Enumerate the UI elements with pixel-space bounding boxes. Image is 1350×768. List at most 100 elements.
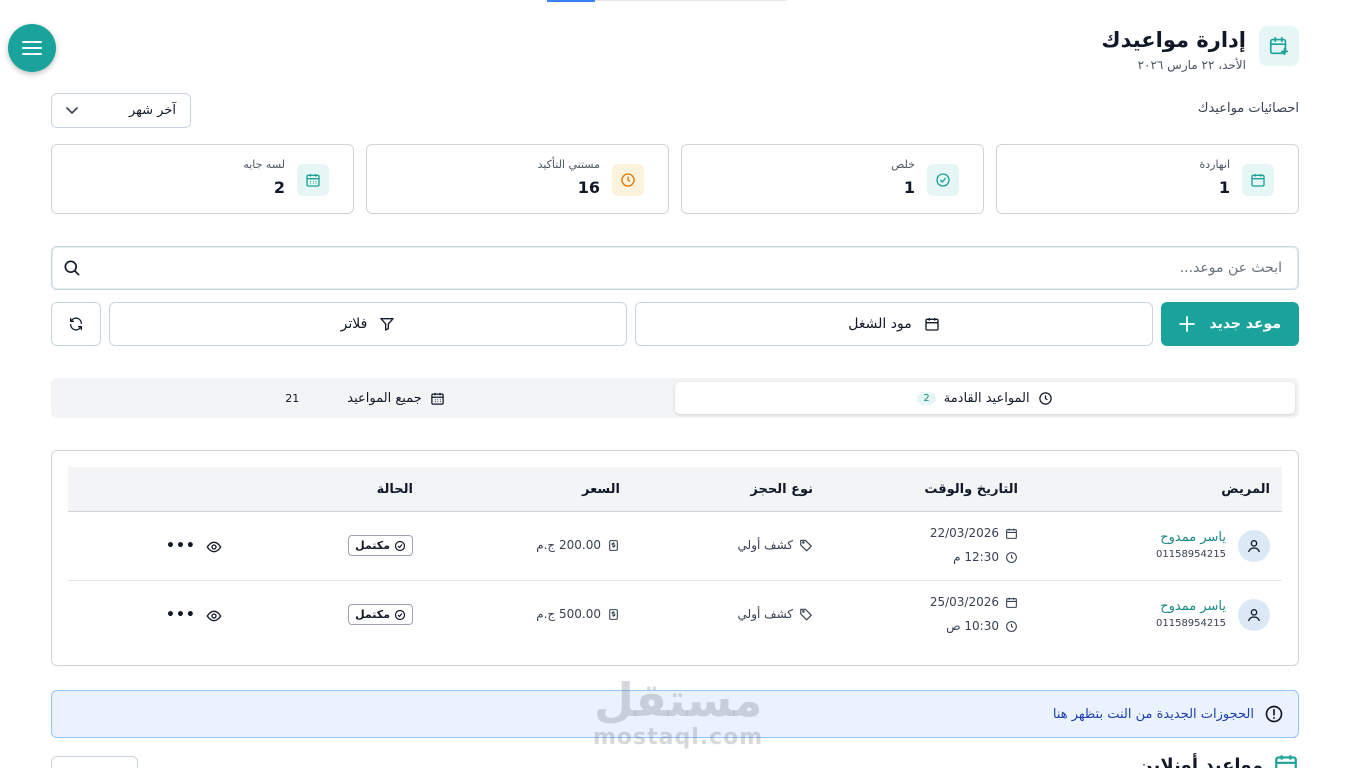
- status-badge: مكتمل: [348, 604, 413, 625]
- period-selected-value: آخر شهر: [128, 103, 176, 118]
- plus-icon: [1179, 316, 1195, 332]
- th-kind: نوع الحجز: [750, 482, 813, 497]
- price-text: 500.00 ج.م: [536, 607, 601, 621]
- check-circle-icon: [394, 540, 406, 551]
- appointment-time: 10:30 ص: [946, 619, 1018, 633]
- stat-label: انهاردة: [1199, 158, 1230, 171]
- filter-icon: [380, 318, 395, 331]
- notice-text: الحجوزات الجديدة من النت بتظهر هنا: [1052, 706, 1254, 722]
- table-header: المريض التاريخ والوقت نوع الحجز السعر ال…: [68, 467, 1282, 512]
- stat-value: 16: [577, 178, 600, 197]
- booking-kind: كشف أولي: [738, 538, 813, 552]
- tab-label: المواعيد القادمة: [943, 390, 1030, 406]
- stat-value: 1: [1218, 178, 1230, 197]
- online-section-button[interactable]: [51, 756, 138, 768]
- clock-icon: [612, 164, 644, 196]
- patient-name-link[interactable]: ياسر ممدوح: [1160, 599, 1226, 614]
- stat-card-upcoming: لسه جايه 2: [51, 144, 354, 214]
- eye-icon[interactable]: [206, 608, 222, 624]
- tag-icon: [800, 608, 812, 621]
- appointments-page: إدارة مواعيدك الأحد، ٢٢ مارس ٢٠٢٦ احصائي…: [0, 0, 1350, 768]
- clock-icon: [1006, 620, 1017, 632]
- stat-label: خلص: [891, 158, 915, 171]
- stat-value: 1: [903, 178, 915, 197]
- stat-label: مستني التأكيد: [537, 158, 600, 171]
- work-mode-button[interactable]: مود الشغل: [635, 302, 1153, 346]
- tab-count-badge: 2: [917, 391, 936, 405]
- eye-icon[interactable]: [206, 539, 222, 555]
- avatar: [1238, 530, 1270, 562]
- avatar: [1238, 599, 1270, 631]
- more-options-icon[interactable]: •••: [166, 538, 196, 554]
- calendar-icon: [1006, 528, 1017, 539]
- money-icon: [609, 608, 618, 620]
- calendar-icon: [1275, 755, 1297, 768]
- search-icon[interactable]: [62, 258, 82, 278]
- money-icon: [609, 539, 618, 551]
- search-box: [51, 246, 1299, 290]
- date-text: 22/03/2026: [929, 526, 999, 540]
- table-row: ياسر ممدوح 01158954215 25/03/2026 10:30 …: [68, 581, 1282, 650]
- user-icon: [1248, 609, 1260, 622]
- tab-count: 21: [285, 391, 300, 405]
- hamburger-icon: [22, 41, 42, 55]
- th-patient: المريض: [1221, 482, 1270, 497]
- refresh-button[interactable]: [51, 302, 101, 346]
- chevron-down-icon: [66, 106, 78, 114]
- th-datetime: التاريخ والوقت: [924, 482, 1018, 497]
- calendar-grid-icon: [297, 164, 329, 196]
- stat-card-done: خلص 1: [681, 144, 984, 214]
- appointment-time: 12:30 م: [953, 550, 1018, 564]
- clock-icon: [1038, 391, 1052, 405]
- calendar-icon: [1242, 164, 1274, 196]
- search-input[interactable]: [132, 247, 1282, 289]
- booking-kind-text: كشف أولي: [737, 538, 793, 552]
- filters-button[interactable]: فلاتر: [109, 302, 627, 346]
- appointments-table: المريض التاريخ والوقت نوع الحجز السعر ال…: [51, 450, 1299, 666]
- stat-card-today: انهاردة 1: [996, 144, 1299, 214]
- check-circle-icon: [394, 609, 406, 620]
- booking-price: 200.00 ج.م: [536, 538, 620, 552]
- price-text: 200.00 ج.م: [536, 538, 601, 552]
- page-title: إدارة مواعيدك: [1101, 28, 1246, 52]
- refresh-icon: [70, 317, 82, 331]
- stat-value: 2: [273, 178, 285, 197]
- table-row: ياسر ممدوح 01158954215 22/03/2026 12:30 …: [68, 512, 1282, 581]
- top-progress-bar: [547, 0, 787, 2]
- page-date: الأحد، ٢٢ مارس ٢٠٢٦: [1137, 58, 1246, 72]
- booking-price: 500.00 ج.م: [536, 607, 620, 621]
- online-section-title: مواعيد أونلاين: [1137, 752, 1299, 768]
- appointment-date: 22/03/2026: [930, 526, 1018, 540]
- user-icon: [1248, 540, 1260, 553]
- period-select[interactable]: آخر شهر: [51, 93, 191, 128]
- patient-name-link[interactable]: ياسر ممدوح: [1160, 530, 1226, 545]
- tag-icon: [800, 539, 812, 552]
- calendar-icon: [925, 318, 939, 331]
- calendar-grid-icon: [430, 392, 444, 405]
- tab-label: جميع المواعيد: [347, 390, 422, 406]
- menu-button[interactable]: [8, 24, 56, 72]
- appointment-date: 25/03/2026: [930, 595, 1018, 609]
- status-text: مكتمل: [355, 539, 390, 552]
- patient-phone: 01158954215: [1156, 549, 1226, 560]
- tab-upcoming[interactable]: المواعيد القادمة 2: [675, 382, 1295, 414]
- work-mode-label: مود الشغل: [848, 316, 912, 332]
- new-appointment-label: موعد جديد: [1209, 316, 1282, 332]
- stats-label: احصائيات مواعيدك: [1197, 101, 1299, 116]
- calendar-icon: [1006, 597, 1017, 608]
- appointments-tabs: المواعيد القادمة 2 جميع المواعيد 21: [51, 378, 1299, 418]
- status-badge: مكتمل: [348, 535, 413, 556]
- new-appointment-button[interactable]: موعد جديد: [1161, 302, 1299, 346]
- more-options-icon[interactable]: •••: [166, 607, 196, 623]
- booking-kind: كشف أولي: [738, 607, 813, 621]
- patient-phone: 01158954215: [1156, 618, 1226, 629]
- tab-all[interactable]: جميع المواعيد 21: [55, 382, 675, 414]
- time-text: 12:30 م: [953, 550, 999, 564]
- filters-label: فلاتر: [340, 316, 368, 332]
- check-circle-icon: [927, 164, 959, 196]
- th-price: السعر: [582, 482, 620, 497]
- alert-circle-icon: [1265, 705, 1283, 723]
- stat-label: لسه جايه: [243, 158, 285, 171]
- status-text: مكتمل: [355, 608, 390, 621]
- stat-card-pending: مستني التأكيد 16: [366, 144, 669, 214]
